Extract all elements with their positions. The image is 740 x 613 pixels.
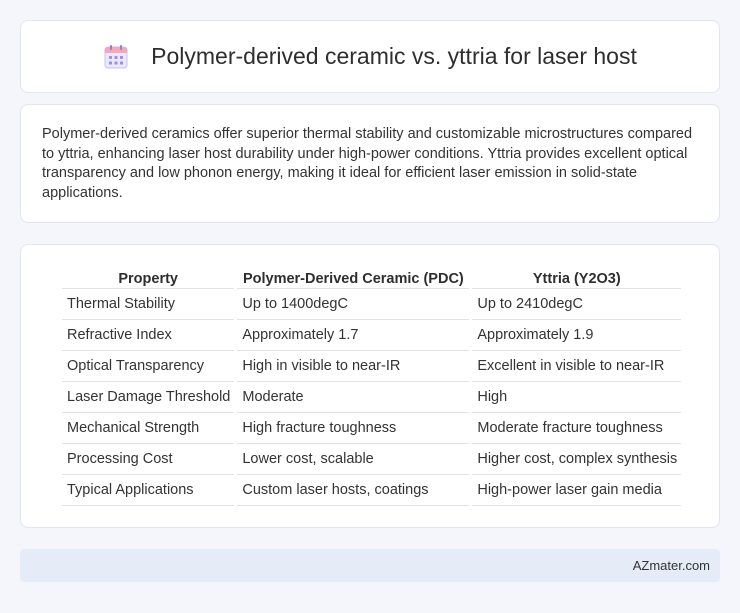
pdc-cell: Moderate: [237, 382, 470, 413]
summary-text: Polymer-derived ceramics offer superior …: [42, 126, 693, 201]
yttria-cell: Moderate fracture toughness: [472, 413, 682, 444]
calendar-icon: [104, 44, 128, 68]
property-cell: Refractive Index: [62, 320, 235, 351]
table-row: Processing Cost Lower cost, scalable Hig…: [62, 444, 682, 475]
title-wrap: Polymer-derived ceramic vs. yttria for l…: [103, 43, 637, 70]
property-cell: Processing Cost: [62, 444, 235, 475]
title-card: Polymer-derived ceramic vs. yttria for l…: [20, 20, 720, 93]
footer-brand[interactable]: AZmater.com: [633, 558, 710, 573]
header-yttria: Yttria (Y2O3): [472, 266, 682, 289]
table-row: Mechanical Strength High fracture toughn…: [62, 413, 682, 444]
table-row: Refractive Index Approximately 1.7 Appro…: [62, 320, 682, 351]
property-cell: Optical Transparency: [62, 351, 235, 382]
property-cell: Laser Damage Threshold: [62, 382, 235, 413]
table-row: Optical Transparency High in visible to …: [62, 351, 682, 382]
header-property: Property: [62, 266, 235, 289]
yttria-cell: Up to 2410degC: [472, 289, 682, 320]
property-cell: Typical Applications: [62, 475, 235, 506]
table-row: Laser Damage Threshold Moderate High: [62, 382, 682, 413]
pdc-cell: Custom laser hosts, coatings: [237, 475, 470, 506]
pdc-cell: Up to 1400degC: [237, 289, 470, 320]
yttria-cell: High: [472, 382, 682, 413]
yttria-cell: Approximately 1.9: [472, 320, 682, 351]
table-header-row: Property Polymer-Derived Ceramic (PDC) Y…: [62, 266, 682, 289]
property-cell: Thermal Stability: [62, 289, 235, 320]
yttria-cell: Higher cost, complex synthesis: [472, 444, 682, 475]
comparison-table-card: Property Polymer-Derived Ceramic (PDC) Y…: [20, 244, 720, 528]
pdc-cell: Approximately 1.7: [237, 320, 470, 351]
footer-bar: AZmater.com: [20, 549, 720, 582]
table-row: Typical Applications Custom laser hosts,…: [62, 475, 682, 506]
yttria-cell: High-power laser gain media: [472, 475, 682, 506]
yttria-cell: Excellent in visible to near-IR: [472, 351, 682, 382]
page-title: Polymer-derived ceramic vs. yttria for l…: [151, 43, 637, 69]
comparison-table: Property Polymer-Derived Ceramic (PDC) Y…: [59, 266, 684, 506]
pdc-cell: Lower cost, scalable: [237, 444, 470, 475]
property-cell: Mechanical Strength: [62, 413, 235, 444]
header-pdc: Polymer-Derived Ceramic (PDC): [237, 266, 470, 289]
table-row: Thermal Stability Up to 1400degC Up to 2…: [62, 289, 682, 320]
summary-card: Polymer-derived ceramics offer superior …: [20, 104, 720, 223]
pdc-cell: High fracture toughness: [237, 413, 470, 444]
pdc-cell: High in visible to near-IR: [237, 351, 470, 382]
